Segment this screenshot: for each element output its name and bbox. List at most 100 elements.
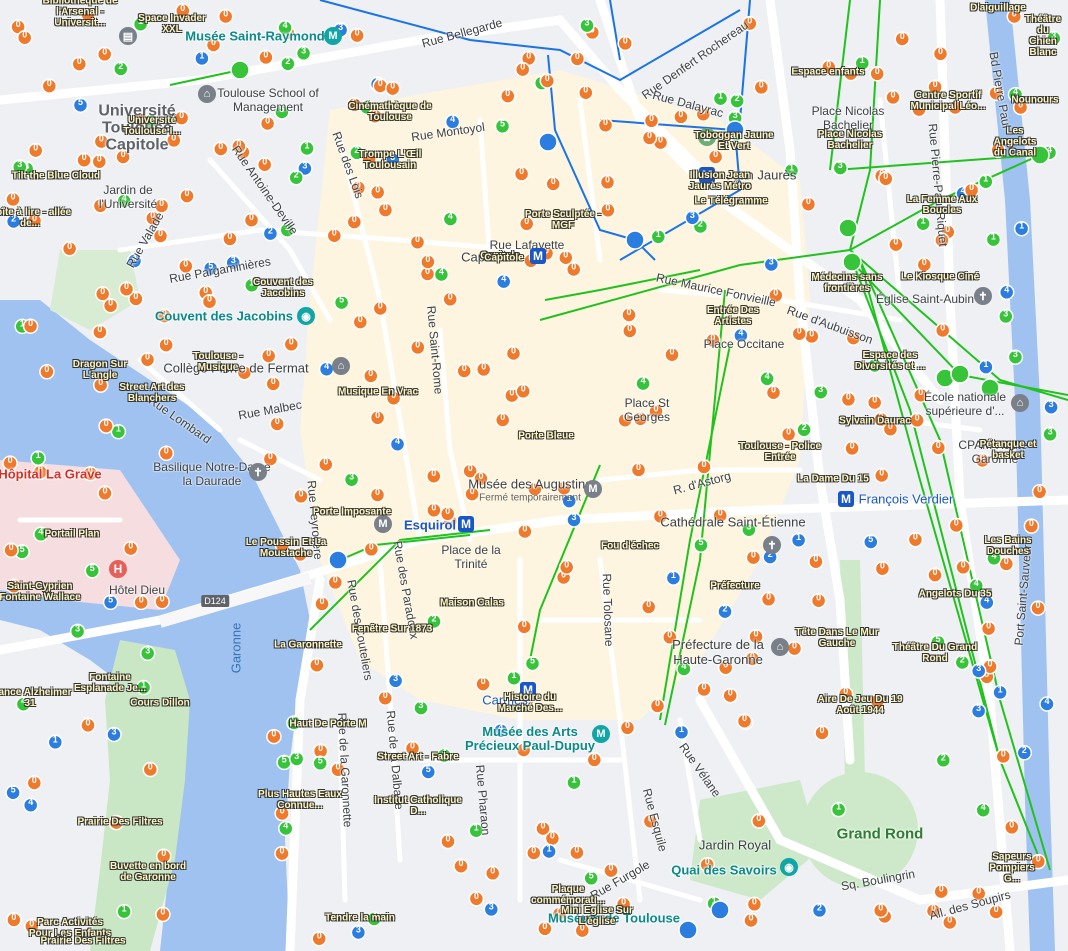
- game-poi-label[interactable]: Théâtre du Chien Blanc: [1025, 14, 1061, 58]
- game-poi-label[interactable]: Espace enfants: [791, 67, 864, 78]
- game-poi-label[interactable]: Préfecture: [710, 581, 759, 592]
- game-poi-label[interactable]: Plus Hautes Eaux Connue...: [255, 789, 345, 811]
- game-poi-label[interactable]: Sapeurs Pompiers G...: [984, 852, 1040, 885]
- game-poi-label[interactable]: D'aiguillage: [970, 3, 1026, 14]
- game-poi-label[interactable]: Histoire du Marché Des...: [485, 692, 575, 714]
- game-poi-label[interactable]: Street Art - Fabre: [377, 752, 458, 763]
- prefecture-label[interactable]: Préfecture de la Haute-Garonne: [653, 637, 783, 667]
- game-poi-label[interactable]: Place Nicolas Bachelier: [805, 129, 895, 151]
- game-poi-label[interactable]: Médecins sans frontières: [802, 272, 892, 294]
- game-poi-label[interactable]: Portail Plan: [44, 529, 99, 540]
- game-poi-label[interactable]: Trompe L'Œil Toulousain: [345, 149, 435, 171]
- game-poi-label[interactable]: Le Télégramme: [694, 196, 767, 207]
- game-poi-label[interactable]: Maison Calas: [440, 598, 504, 609]
- game-poi-label[interactable]: La Dame Du 15: [797, 474, 869, 485]
- school-icon[interactable]: ⌂: [1011, 394, 1029, 412]
- game-poi-label[interactable]: Space Invader XXL: [127, 13, 217, 35]
- marker-pin[interactable]: [230, 60, 250, 80]
- map-canvas[interactable]: 0340000003220400200154000003500101001000…: [0, 0, 1068, 951]
- quai-savoirs-label[interactable]: Quai des Savoirs: [671, 863, 777, 878]
- game-poi-label[interactable]: Musique En Vrac: [338, 387, 418, 398]
- marker-pin[interactable]: [538, 132, 558, 152]
- game-poi-label[interactable]: Les Angelots du Canal: [989, 126, 1042, 159]
- game-poi-label[interactable]: Centre Sportif Municipal Léo...: [903, 90, 993, 112]
- game-poi-label[interactable]: Boîte à lire - allée de...: [0, 207, 75, 229]
- metro-icon[interactable]: M: [530, 248, 546, 264]
- marker-pin[interactable]: [678, 920, 698, 940]
- game-poi-label[interactable]: Porte Bleue: [518, 431, 574, 442]
- hopital-label[interactable]: Hôpital La Grave: [0, 467, 102, 482]
- marker-pin[interactable]: [710, 900, 730, 920]
- camera-icon[interactable]: ◉: [297, 307, 315, 325]
- esquirol-label[interactable]: Esquirol: [404, 518, 456, 533]
- game-poi-label[interactable]: Sylvain Daurac: [839, 416, 911, 427]
- government-icon[interactable]: ⌂: [771, 638, 789, 656]
- marker-pin[interactable]: [625, 230, 645, 250]
- couvent-jacobins-label[interactable]: Couvent des Jacobins: [155, 309, 293, 324]
- game-poi-label[interactable]: Tendre la main: [325, 913, 395, 924]
- game-poi-label[interactable]: Cours Dillon: [130, 698, 189, 709]
- game-poi-label[interactable]: France Alzheimer 31: [0, 687, 75, 709]
- metro-icon[interactable]: M: [838, 491, 854, 507]
- game-poi-label[interactable]: Porte Sculptée - MGF: [518, 209, 608, 231]
- museum-icon[interactable]: M: [584, 480, 602, 498]
- marker-pin[interactable]: [950, 364, 970, 384]
- game-poi-label[interactable]: Dragon Sur L'angle: [55, 359, 145, 381]
- game-poi-label[interactable]: Bibliothèque de l'Arsenal - Universit...: [35, 0, 125, 29]
- game-poi-label[interactable]: Haut De Porte M: [289, 719, 366, 730]
- marker-pin[interactable]: [838, 218, 858, 238]
- eglise-aubin-label[interactable]: Église Saint-Aubin: [876, 292, 974, 306]
- game-poi-label[interactable]: Cinémathèque de Toulouse: [345, 101, 435, 123]
- game-poi-label[interactable]: Les Bains Douches: [978, 535, 1038, 557]
- church-icon[interactable]: ✝: [763, 536, 781, 554]
- game-poi-label[interactable]: Street Art des Blanchers: [107, 382, 197, 404]
- musee-dupuy-label[interactable]: Musée des Arts Précieux Paul-Dupuy: [455, 725, 605, 753]
- game-poi-label[interactable]: Toulouse - Police Entrée: [735, 441, 825, 463]
- hotel-dieu-label[interactable]: Hôtel Dieu: [109, 583, 165, 597]
- game-poi-label[interactable]: Théâtre Du Grand Rond: [890, 642, 980, 664]
- game-poi-label[interactable]: Saint-Cyprien Fontaine Wallace: [0, 581, 85, 603]
- musee-augustins-label[interactable]: Musée des Augustins: [468, 477, 592, 492]
- camera-icon[interactable]: ◉: [780, 858, 798, 876]
- game-poi-label[interactable]: Le Kiosque Ciné: [901, 272, 979, 283]
- game-poi-label[interactable]: Nounours: [1011, 95, 1058, 106]
- game-poi-label[interactable]: Espace des Diversités et ...: [845, 350, 935, 372]
- game-poi-label[interactable]: La Femme Aux Boucles: [897, 194, 987, 216]
- museum-icon[interactable]: M: [324, 27, 342, 45]
- francois-verdier-label[interactable]: François Verdier: [859, 492, 954, 507]
- game-poi-label[interactable]: La Garonnette: [274, 640, 342, 651]
- museum-icon[interactable]: M: [374, 515, 392, 533]
- game-poi-label[interactable]: Porte Imposante: [313, 507, 391, 518]
- church-icon[interactable]: ✝: [974, 287, 992, 305]
- marker-pin[interactable]: [328, 550, 348, 570]
- game-poi-label[interactable]: Tilt the Blue Cloud: [12, 171, 100, 182]
- metro-icon[interactable]: M: [458, 516, 474, 532]
- game-poi-label[interactable]: Illusion Jean Jaurès Métro: [675, 170, 765, 192]
- game-poi-label[interactable]: Toulouse - Musique: [173, 351, 263, 373]
- game-poi-label[interactable]: Pétanque et basket: [978, 439, 1038, 461]
- hospital-icon[interactable]: H: [109, 560, 127, 578]
- game-poi-label[interactable]: Fou d'échec: [601, 541, 659, 552]
- school-icon[interactable]: ⌂: [198, 85, 216, 103]
- game-poi-label[interactable]: Plaque commémorati...: [523, 884, 613, 906]
- tsm-label[interactable]: Toulouse School of Management: [208, 86, 328, 114]
- game-poi-label[interactable]: Fenêtre Sur 1873: [352, 624, 433, 635]
- game-poi-label[interactable]: Aire De Jeu Du 19 Août 1944: [815, 694, 905, 716]
- game-poi-label[interactable]: Angelots Du 35: [919, 589, 992, 600]
- game-poi-label[interactable]: Toboggan Jaune Et Vert: [689, 130, 779, 152]
- game-poi-label[interactable]: Université Toulouse I...: [107, 115, 197, 137]
- game-poi-label[interactable]: Le Poussin Et La Moustache: [241, 537, 331, 559]
- game-poi-label[interactable]: Tête Dans Le Mur Gauche: [792, 627, 882, 649]
- game-poi-label[interactable]: Prairie Des Filtres: [40, 936, 125, 947]
- game-poi-label[interactable]: Couvent des Jacobins: [238, 277, 328, 299]
- game-poi-label[interactable]: Capitole: [484, 253, 523, 264]
- game-poi-label[interactable]: Buvette en bord de Garonne: [103, 861, 193, 883]
- ecole-label[interactable]: École nationale supérieure d'...: [910, 390, 1020, 418]
- game-poi-label[interactable]: Mini Église Sur L'église: [552, 905, 642, 927]
- game-poi-label[interactable]: Prairie Des Filtres: [77, 817, 162, 828]
- game-poi-label[interactable]: Fontaine Esplanade Je...: [65, 672, 155, 694]
- school-icon[interactable]: ⌂: [332, 357, 350, 375]
- cathedrale-label[interactable]: Cathédrale Saint-Étienne: [660, 515, 805, 530]
- game-poi-label[interactable]: Entrée Des Artistes: [688, 305, 778, 327]
- museum-icon[interactable]: M: [592, 725, 610, 743]
